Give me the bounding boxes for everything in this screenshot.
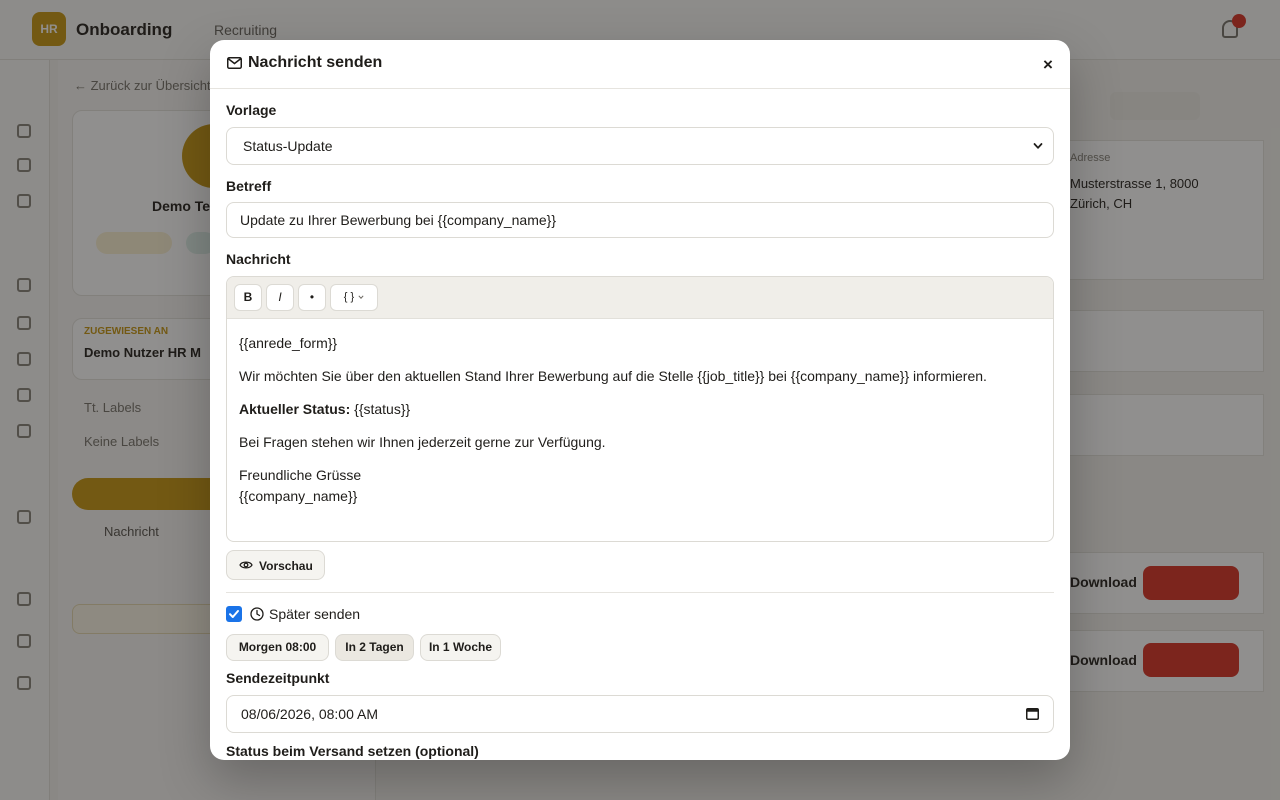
eye-icon (239, 561, 253, 569)
quick-time-2-days[interactable]: In 2 Tagen (335, 634, 414, 661)
message-paragraph: {{anrede_form}} (239, 335, 338, 351)
template-select-value: Status-Update (243, 138, 333, 154)
send-time-input[interactable]: 08/06/2026, 08:00 AM (226, 695, 1054, 733)
template-select[interactable]: Status-Update (226, 127, 1054, 165)
send-message-dialog: Nachricht senden × Vorlage Status-Update… (210, 40, 1070, 760)
dialog-header: Nachricht senden × (210, 40, 1070, 89)
status-bold-label: Aktueller Status: (239, 401, 351, 417)
quick-time-1-week[interactable]: In 1 Woche (420, 634, 501, 661)
send-time-value: 08/06/2026, 08:00 AM (241, 706, 378, 722)
status-on-send-label: Status beim Versand setzen (optional) (226, 743, 479, 759)
chevron-down-icon (1033, 143, 1043, 149)
subject-input[interactable]: Update zu Ihrer Bewerbung bei {{company_… (226, 202, 1054, 238)
insert-variable-button[interactable]: { } (330, 284, 378, 311)
italic-button[interactable]: I (266, 284, 294, 311)
checkmark-icon (229, 610, 239, 618)
dialog-title: Nachricht senden (248, 54, 383, 71)
send-later-label[interactable]: Später senden (269, 606, 360, 622)
quick-time-tomorrow[interactable]: Morgen 08:00 (226, 634, 329, 661)
calendar-icon[interactable] (1026, 707, 1039, 720)
message-paragraph: {{company_name}} (239, 488, 358, 504)
subject-label: Betreff (226, 178, 272, 194)
status-variable: {{status}} (350, 401, 411, 417)
close-button[interactable]: × (1036, 54, 1060, 76)
divider (226, 592, 1054, 593)
message-paragraph: Aktueller Status: {{status}} (239, 399, 410, 420)
message-label: Nachricht (226, 251, 291, 267)
editor-toolbar: B I • { } (227, 277, 1053, 319)
message-paragraph: Freundliche Grüsse (239, 467, 362, 483)
variable-braces-label: { } (343, 291, 355, 303)
preview-button[interactable]: Vorschau (226, 550, 325, 580)
message-paragraph: Bei Fragen stehen wir Ihnen jederzeit ge… (239, 434, 606, 450)
mail-icon (227, 57, 242, 69)
send-time-label: Sendezeitpunkt (226, 670, 330, 686)
send-later-checkbox[interactable] (226, 606, 242, 622)
template-label: Vorlage (226, 102, 277, 118)
message-paragraph: Wir möchten Sie über den aktuellen Stand… (239, 368, 987, 384)
clock-icon (250, 607, 264, 621)
bold-button[interactable]: B (234, 284, 262, 311)
chevron-down-icon (358, 295, 364, 300)
bullet-list-button[interactable]: • (298, 284, 326, 311)
preview-button-label: Vorschau (259, 559, 313, 573)
message-editor[interactable]: B I • { } {{anrede_form}} Wir möchten Si… (226, 276, 1054, 542)
